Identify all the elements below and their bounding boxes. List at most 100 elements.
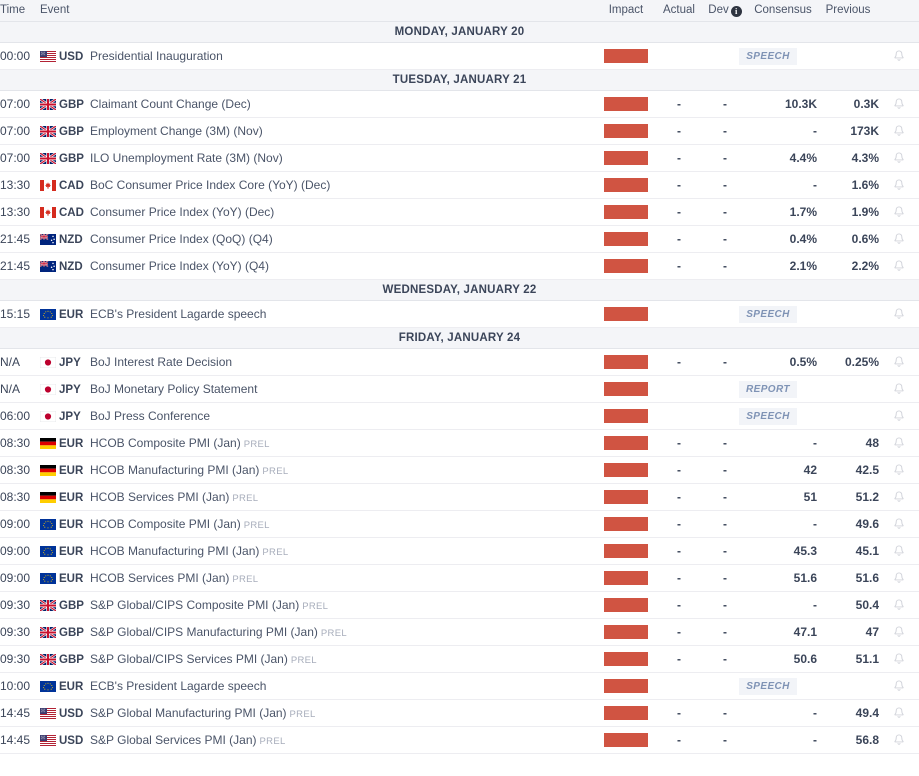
- table-row[interactable]: 07:00 GBPEmployment Change (3M) (Nov)---…: [0, 118, 919, 145]
- bell-icon[interactable]: [892, 49, 906, 63]
- event-name-cell[interactable]: BoJ Press Conference: [90, 403, 595, 430]
- alert-cell[interactable]: [879, 457, 919, 484]
- alert-cell[interactable]: [879, 91, 919, 118]
- column-header-dev[interactable]: Devi: [701, 0, 749, 22]
- bell-icon[interactable]: [892, 598, 906, 612]
- event-name-cell[interactable]: HCOB Services PMI (Jan)PREL: [90, 565, 595, 592]
- event-name-cell[interactable]: Presidential Inauguration: [90, 43, 595, 70]
- event-name-cell[interactable]: HCOB Composite PMI (Jan)PREL: [90, 430, 595, 457]
- bell-icon[interactable]: [892, 205, 906, 219]
- table-row[interactable]: 14:45 USDS&P Global Manufacturing PMI (J…: [0, 700, 919, 727]
- event-name-cell[interactable]: ECB's President Lagarde speech: [90, 673, 595, 700]
- bell-icon[interactable]: [892, 355, 906, 369]
- bell-icon[interactable]: [892, 652, 906, 666]
- alert-cell[interactable]: [879, 646, 919, 673]
- bell-icon[interactable]: [892, 436, 906, 450]
- status-badge[interactable]: SPEECH: [739, 408, 797, 425]
- alert-cell[interactable]: [879, 727, 919, 754]
- event-name-cell[interactable]: S&P Global/CIPS Manufacturing PMI (Jan)P…: [90, 619, 595, 646]
- table-row[interactable]: 07:00 GBPILO Unemployment Rate (3M) (Nov…: [0, 145, 919, 172]
- bell-icon[interactable]: [892, 409, 906, 423]
- bell-icon[interactable]: [892, 706, 906, 720]
- status-badge[interactable]: REPORT: [739, 381, 797, 398]
- alert-cell[interactable]: [879, 673, 919, 700]
- event-name-cell[interactable]: S&P Global Manufacturing PMI (Jan)PREL: [90, 700, 595, 727]
- table-row[interactable]: 09:00 EURHCOB Composite PMI (Jan)PREL---…: [0, 511, 919, 538]
- alert-cell[interactable]: [879, 484, 919, 511]
- event-name-cell[interactable]: S&P Global/CIPS Composite PMI (Jan)PREL: [90, 592, 595, 619]
- event-name-cell[interactable]: HCOB Manufacturing PMI (Jan)PREL: [90, 538, 595, 565]
- bell-icon[interactable]: [892, 625, 906, 639]
- alert-cell[interactable]: [879, 538, 919, 565]
- bell-icon[interactable]: [892, 97, 906, 111]
- alert-cell[interactable]: [879, 700, 919, 727]
- alert-cell[interactable]: [879, 145, 919, 172]
- alert-cell[interactable]: [879, 199, 919, 226]
- bell-icon[interactable]: [892, 490, 906, 504]
- event-name-cell[interactable]: BoC Consumer Price Index Core (YoY) (Dec…: [90, 172, 595, 199]
- event-name-cell[interactable]: S&P Global Services PMI (Jan)PREL: [90, 727, 595, 754]
- table-row[interactable]: 09:30 GBPS&P Global/CIPS Services PMI (J…: [0, 646, 919, 673]
- table-row[interactable]: 09:00 EURHCOB Services PMI (Jan)PREL--51…: [0, 565, 919, 592]
- alert-cell[interactable]: [879, 376, 919, 403]
- event-name-cell[interactable]: HCOB Manufacturing PMI (Jan)PREL: [90, 457, 595, 484]
- table-row[interactable]: 06:00 JPYBoJ Press ConferenceSPEECH: [0, 403, 919, 430]
- event-name-cell[interactable]: S&P Global/CIPS Services PMI (Jan)PREL: [90, 646, 595, 673]
- event-name-cell[interactable]: Employment Change (3M) (Nov): [90, 118, 595, 145]
- bell-icon[interactable]: [892, 544, 906, 558]
- event-name-cell[interactable]: BoJ Interest Rate Decision: [90, 349, 595, 376]
- event-name-cell[interactable]: Claimant Count Change (Dec): [90, 91, 595, 118]
- bell-icon[interactable]: [892, 232, 906, 246]
- alert-cell[interactable]: [879, 619, 919, 646]
- table-row[interactable]: 07:00 GBPClaimant Count Change (Dec)--10…: [0, 91, 919, 118]
- event-name-cell[interactable]: ECB's President Lagarde speech: [90, 301, 595, 328]
- event-name-cell[interactable]: Consumer Price Index (YoY) (Dec): [90, 199, 595, 226]
- event-name-cell[interactable]: Consumer Price Index (QoQ) (Q4): [90, 226, 595, 253]
- event-name-cell[interactable]: HCOB Services PMI (Jan)PREL: [90, 484, 595, 511]
- alert-cell[interactable]: [879, 118, 919, 145]
- table-row[interactable]: 13:30 CADBoC Consumer Price Index Core (…: [0, 172, 919, 199]
- table-row[interactable]: 13:30 CADConsumer Price Index (YoY) (Dec…: [0, 199, 919, 226]
- table-row[interactable]: 09:30 GBPS&P Global/CIPS Manufacturing P…: [0, 619, 919, 646]
- bell-icon[interactable]: [892, 382, 906, 396]
- alert-cell[interactable]: [879, 511, 919, 538]
- alert-cell[interactable]: [879, 226, 919, 253]
- bell-icon[interactable]: [892, 463, 906, 477]
- event-name-cell[interactable]: BoJ Monetary Policy Statement: [90, 376, 595, 403]
- table-row[interactable]: N/A JPYBoJ Monetary Policy StatementREPO…: [0, 376, 919, 403]
- status-badge[interactable]: SPEECH: [739, 306, 797, 323]
- column-header-consensus[interactable]: Consensus: [749, 0, 817, 22]
- bell-icon[interactable]: [892, 124, 906, 138]
- event-name-cell[interactable]: HCOB Composite PMI (Jan)PREL: [90, 511, 595, 538]
- event-name-cell[interactable]: Consumer Price Index (YoY) (Q4): [90, 253, 595, 280]
- event-name-cell[interactable]: ILO Unemployment Rate (3M) (Nov): [90, 145, 595, 172]
- table-row[interactable]: 10:00 EURECB's President Lagarde speechS…: [0, 673, 919, 700]
- bell-icon[interactable]: [892, 517, 906, 531]
- table-row[interactable]: 21:45 NZDConsumer Price Index (QoQ) (Q4)…: [0, 226, 919, 253]
- bell-icon[interactable]: [892, 259, 906, 273]
- alert-cell[interactable]: [879, 565, 919, 592]
- info-icon[interactable]: i: [731, 6, 742, 17]
- table-row[interactable]: 08:30 EURHCOB Services PMI (Jan)PREL--51…: [0, 484, 919, 511]
- column-header-impact[interactable]: Impact: [595, 0, 657, 22]
- status-badge[interactable]: SPEECH: [739, 678, 797, 695]
- bell-icon[interactable]: [892, 571, 906, 585]
- alert-cell[interactable]: [879, 253, 919, 280]
- bell-icon[interactable]: [892, 307, 906, 321]
- alert-cell[interactable]: [879, 430, 919, 457]
- column-header-previous[interactable]: Previous: [817, 0, 879, 22]
- table-row[interactable]: 08:30 EURHCOB Composite PMI (Jan)PREL---…: [0, 430, 919, 457]
- table-row[interactable]: 15:15 EURECB's President Lagarde speechS…: [0, 301, 919, 328]
- table-row[interactable]: 09:00 EURHCOB Manufacturing PMI (Jan)PRE…: [0, 538, 919, 565]
- alert-cell[interactable]: [879, 349, 919, 376]
- table-row[interactable]: 14:45 USDS&P Global Services PMI (Jan)PR…: [0, 727, 919, 754]
- status-badge[interactable]: SPEECH: [739, 48, 797, 65]
- bell-icon[interactable]: [892, 733, 906, 747]
- bell-icon[interactable]: [892, 151, 906, 165]
- bell-icon[interactable]: [892, 679, 906, 693]
- alert-cell[interactable]: [879, 301, 919, 328]
- alert-cell[interactable]: [879, 592, 919, 619]
- table-row[interactable]: 09:30 GBPS&P Global/CIPS Composite PMI (…: [0, 592, 919, 619]
- alert-cell[interactable]: [879, 172, 919, 199]
- table-row[interactable]: 08:30 EURHCOB Manufacturing PMI (Jan)PRE…: [0, 457, 919, 484]
